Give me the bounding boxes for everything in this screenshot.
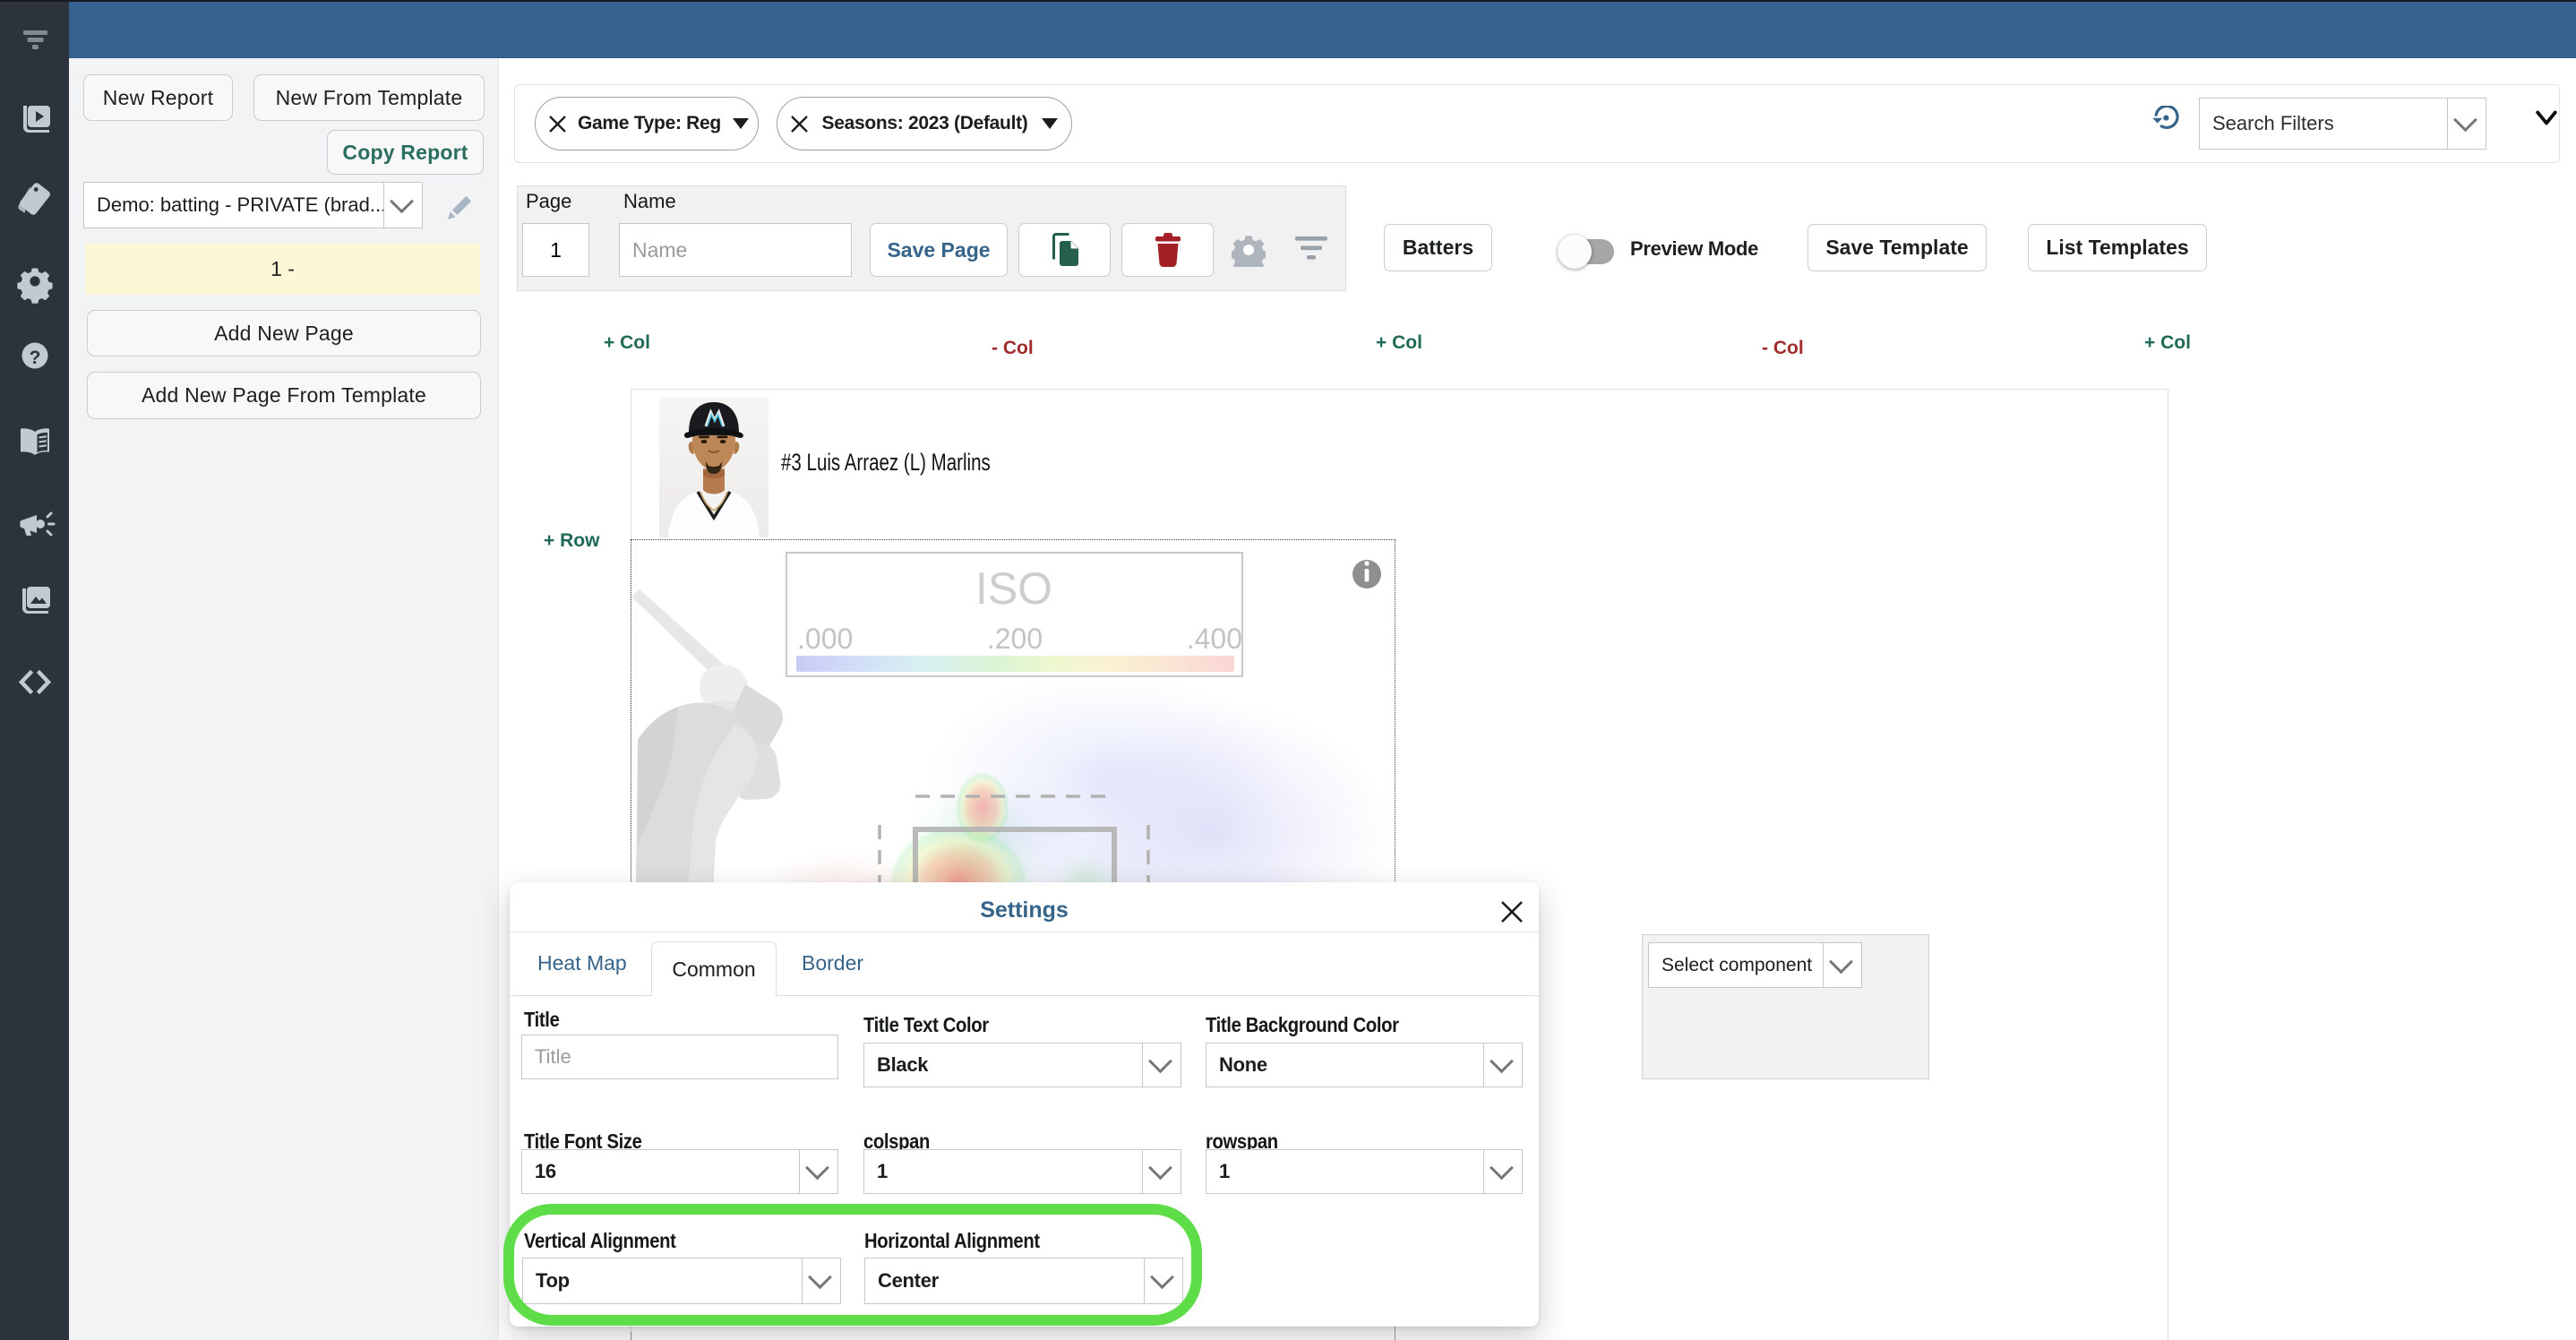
svg-text:?: ? — [30, 348, 41, 368]
svg-text:.400: .400 — [1187, 623, 1242, 655]
svg-text:.200: .200 — [987, 623, 1043, 655]
svg-text:.000: .000 — [797, 623, 853, 655]
svg-text:ISO: ISO — [975, 563, 1052, 614]
